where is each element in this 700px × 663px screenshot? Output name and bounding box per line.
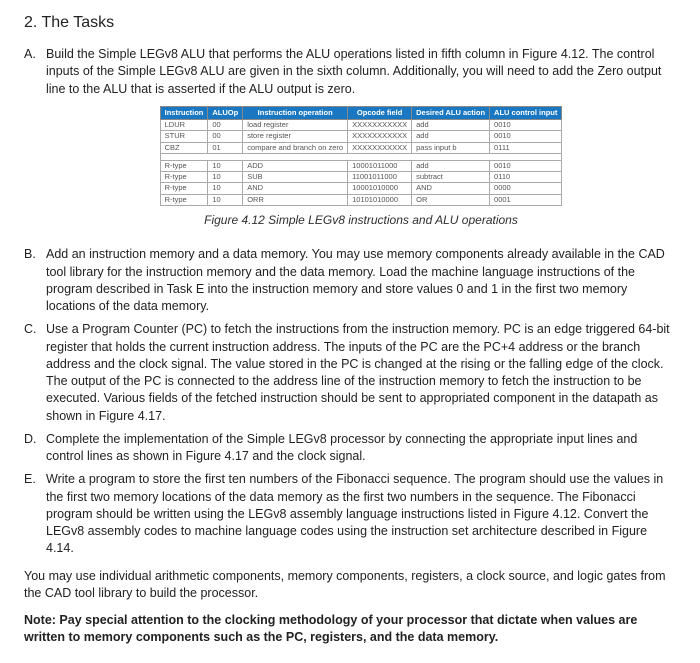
table-cell: 11001011000 xyxy=(348,172,412,183)
table-cell: load register xyxy=(243,120,348,131)
table-cell: R-type xyxy=(160,183,208,194)
table-cell: R-type xyxy=(160,194,208,205)
table-cell: 01 xyxy=(208,142,243,153)
task-a: A. Build the Simple LEGv8 ALU that perfo… xyxy=(24,46,676,98)
table-cell: 0010 xyxy=(490,131,562,142)
table-cell: R-type xyxy=(160,160,208,171)
table-cell: SUB xyxy=(243,172,348,183)
task-d: D. Complete the implementation of the Si… xyxy=(24,431,676,466)
table-cell: 10 xyxy=(208,160,243,171)
task-letter: D. xyxy=(24,431,46,466)
table-cell: XXXXXXXXXXX xyxy=(348,142,412,153)
table-cell: compare and branch on zero xyxy=(243,142,348,153)
table-cell: AND xyxy=(412,183,490,194)
table-cell: AND xyxy=(243,183,348,194)
col-header: ALU control input xyxy=(490,106,562,119)
table-cell: ORR xyxy=(243,194,348,205)
task-body: Build the Simple LEGv8 ALU that performs… xyxy=(46,46,676,98)
table-cell: ADD xyxy=(243,160,348,171)
table-row: CBZ01compare and branch on zeroXXXXXXXXX… xyxy=(160,142,562,153)
figure-block: Instruction ALUOp Instruction operation … xyxy=(46,106,676,229)
task-body: Add an instruction memory and a data mem… xyxy=(46,246,676,315)
table-cell: subtract xyxy=(412,172,490,183)
task-c: C. Use a Program Counter (PC) to fetch t… xyxy=(24,321,676,425)
table-cell: 0000 xyxy=(490,183,562,194)
task-body: Complete the implementation of the Simpl… xyxy=(46,431,676,466)
table-cell: pass input b xyxy=(412,142,490,153)
task-letter: E. xyxy=(24,471,46,557)
table-cell: 0010 xyxy=(490,160,562,171)
table-cell: 00 xyxy=(208,120,243,131)
task-body: Use a Program Counter (PC) to fetch the … xyxy=(46,321,676,425)
table-cell: 10 xyxy=(208,183,243,194)
table-row: R-type10ORR10101010000OR0001 xyxy=(160,194,562,205)
table-row: R-type10ADD10001011000add0010 xyxy=(160,160,562,171)
closing-paragraph: You may use individual arithmetic compon… xyxy=(24,568,676,603)
task-b: B. Add an instruction memory and a data … xyxy=(24,246,676,315)
table-row: STUR00store registerXXXXXXXXXXXadd0010 xyxy=(160,131,562,142)
table-cell: STUR xyxy=(160,131,208,142)
table-cell: 10001010000 xyxy=(348,183,412,194)
page-content: 2. The Tasks A. Build the Simple LEGv8 A… xyxy=(0,0,700,663)
col-header: ALUOp xyxy=(208,106,243,119)
table-cell: 10101010000 xyxy=(348,194,412,205)
table-cell: XXXXXXXXXXX xyxy=(348,131,412,142)
table-cell: 10 xyxy=(208,172,243,183)
col-header: Instruction xyxy=(160,106,208,119)
table-cell: add xyxy=(412,120,490,131)
table-cell: add xyxy=(412,160,490,171)
table-cell: 0010 xyxy=(490,120,562,131)
section-heading: 2. The Tasks xyxy=(24,12,676,34)
table-cell: 0111 xyxy=(490,142,562,153)
table-cell: 0110 xyxy=(490,172,562,183)
table-cell: 0001 xyxy=(490,194,562,205)
task-body: Write a program to store the first ten n… xyxy=(46,471,676,557)
table-cell: store register xyxy=(243,131,348,142)
table-cell: 10 xyxy=(208,194,243,205)
table-cell: OR xyxy=(412,194,490,205)
task-letter: B. xyxy=(24,246,46,315)
task-letter: A. xyxy=(24,46,46,98)
table-cell: 10001011000 xyxy=(348,160,412,171)
table-cell: 00 xyxy=(208,131,243,142)
table-cell: LDUR xyxy=(160,120,208,131)
instruction-table: Instruction ALUOp Instruction operation … xyxy=(160,106,563,206)
col-header: Desired ALU action xyxy=(412,106,490,119)
figure-caption: Figure 4.12 Simple LEGv8 instructions an… xyxy=(46,212,676,229)
table-row: LDUR00load registerXXXXXXXXXXXadd0010 xyxy=(160,120,562,131)
col-header: Instruction operation xyxy=(243,106,348,119)
col-header: Opcode field xyxy=(348,106,412,119)
table-cell: XXXXXXXXXXX xyxy=(348,120,412,131)
task-e: E. Write a program to store the first te… xyxy=(24,471,676,557)
table-row: R-type10SUB11001011000subtract0110 xyxy=(160,172,562,183)
table-cell: R-type xyxy=(160,172,208,183)
table-cell: CBZ xyxy=(160,142,208,153)
note-paragraph: Note: Pay special attention to the clock… xyxy=(24,612,676,647)
table-cell: add xyxy=(412,131,490,142)
task-letter: C. xyxy=(24,321,46,425)
table-row: R-type10AND10001010000AND0000 xyxy=(160,183,562,194)
